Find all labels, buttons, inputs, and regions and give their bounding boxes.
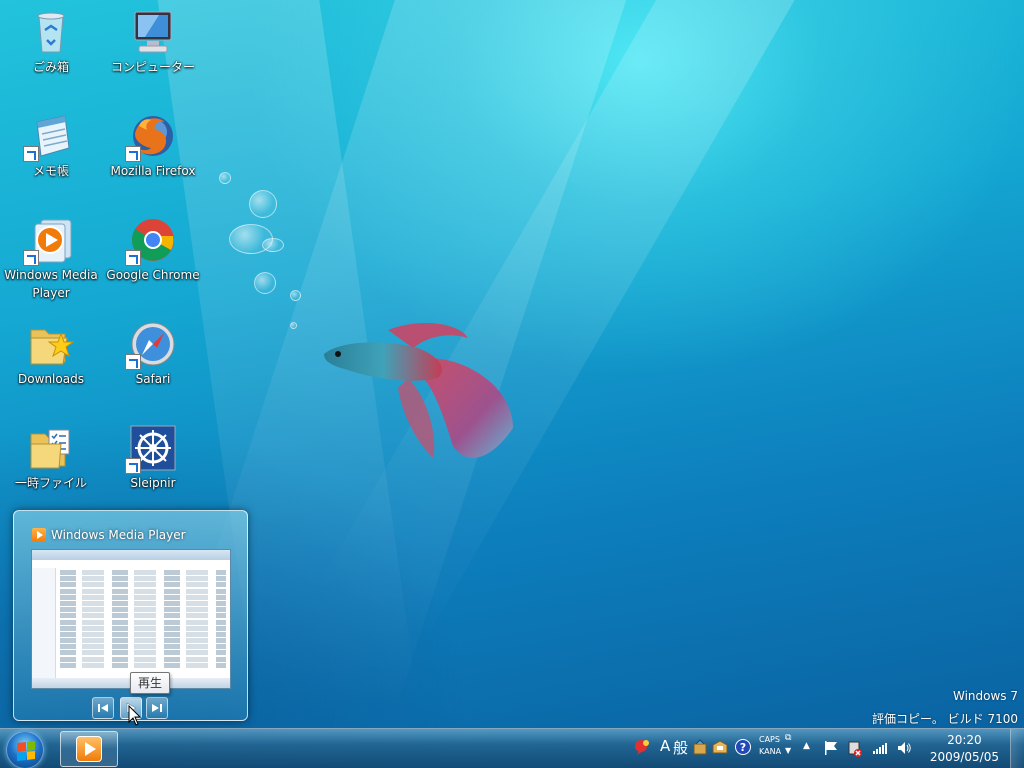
- taskbar: A 般 ? CAPS KANA ⧉ ▼ ▲ 20:20 2009/05/05: [0, 728, 1024, 768]
- next-track-icon: [152, 704, 162, 712]
- ime-input-mode[interactable]: A: [660, 737, 670, 755]
- windows-logo-icon: [17, 741, 35, 761]
- mouse-cursor-icon: [128, 705, 142, 726]
- bubble: [219, 172, 231, 184]
- shortcut-arrow-icon: [23, 250, 39, 266]
- bubble: [249, 190, 277, 218]
- shortcut-arrow-icon: [125, 250, 141, 266]
- computer-icon: [134, 11, 172, 53]
- windows-media-player-icon: [76, 736, 102, 762]
- ime-dictionary-icon[interactable]: [712, 739, 728, 755]
- thumbnail-library-list: [60, 570, 226, 669]
- desktop-icon-label: Google Chrome: [106, 268, 200, 282]
- previous-track-icon: [98, 704, 108, 712]
- taskbar-button-windows-media-player[interactable]: [60, 731, 118, 767]
- kana-lock-indicator: KANA: [759, 747, 782, 756]
- windows-media-player-icon: [32, 528, 46, 542]
- ime-tools-icon[interactable]: [692, 739, 708, 755]
- desktop-icon-label: Sleipnir: [130, 476, 176, 490]
- window-thumbnail[interactable]: [31, 549, 231, 689]
- fish-wallpaper-image: [324, 323, 513, 458]
- desktop-icon-label: Mozilla Firefox: [110, 164, 196, 178]
- network-signal-icon[interactable]: [872, 741, 888, 755]
- next-track-button[interactable]: [146, 697, 168, 719]
- previous-track-button[interactable]: [92, 697, 114, 719]
- clock-time: 20:20: [947, 733, 982, 747]
- desktop-icon-windows-media-player[interactable]: Windows Media Player: [2, 216, 100, 302]
- desktop-icon-label: Windows Media Player: [4, 268, 98, 300]
- bubble: [254, 272, 276, 294]
- desktop-icon-downloads[interactable]: Downloads: [2, 320, 100, 388]
- ime-kanji-label[interactable]: 般: [673, 737, 688, 758]
- volume-speaker-icon[interactable]: [896, 740, 912, 756]
- desktop-icon-label: メモ帳: [32, 164, 69, 178]
- desktop-icon-label: 一時ファイル: [14, 476, 87, 490]
- bubble: [290, 322, 297, 329]
- bubble: [262, 238, 284, 252]
- desktop-icon-label: ごみ箱: [32, 60, 69, 74]
- clock-date: 2009/05/05: [929, 750, 999, 764]
- desktop-icon-safari[interactable]: Safari: [104, 320, 202, 388]
- show-hidden-icons-chevron-icon[interactable]: ▲: [803, 741, 810, 751]
- desktop-icon-label: Downloads: [18, 372, 84, 386]
- notification-balloon-icon[interactable]: [634, 739, 650, 755]
- desktop-icon-label: コンピューター: [110, 60, 195, 74]
- desktop-icon-temp-files[interactable]: 一時ファイル: [2, 424, 100, 492]
- svg-text:?: ?: [740, 741, 746, 754]
- shortcut-arrow-icon: [125, 354, 141, 370]
- folder-star-icon: [30, 329, 75, 365]
- language-bar-options-icon[interactable]: ▼: [785, 746, 791, 755]
- evaluation-watermark-line1: Windows 7: [952, 689, 1018, 703]
- language-bar-restore-icon[interactable]: ⧉: [785, 733, 791, 743]
- desktop-icon-firefox[interactable]: Mozilla Firefox: [104, 112, 202, 180]
- shortcut-arrow-icon: [125, 458, 141, 474]
- desktop-icon-computer[interactable]: コンピューター: [104, 8, 202, 76]
- folder-checklist-icon: [30, 429, 70, 469]
- preview-title: Windows Media Player: [32, 528, 186, 542]
- help-icon[interactable]: ?: [735, 739, 751, 755]
- caps-lock-indicator: CAPS: [759, 735, 780, 744]
- evaluation-watermark-line2: 評価コピー。 ビルド 7100: [871, 712, 1018, 726]
- tray-clock[interactable]: 20:20 2009/05/05: [930, 732, 999, 766]
- play-tooltip: 再生: [130, 672, 171, 694]
- shortcut-arrow-icon: [23, 146, 39, 162]
- safely-remove-hardware-icon[interactable]: [847, 739, 863, 757]
- desktop-icon-label: Safari: [135, 372, 171, 386]
- desktop-icon-notepad[interactable]: メモ帳: [2, 112, 100, 180]
- recycle-bin-icon: [37, 12, 65, 53]
- desktop-icon-sleipnir[interactable]: Sleipnir: [104, 424, 202, 492]
- start-button[interactable]: [6, 731, 44, 768]
- show-desktop-button[interactable]: [1010, 729, 1024, 768]
- bubble: [290, 290, 301, 301]
- desktop-icon-recycle-bin[interactable]: ごみ箱: [2, 8, 100, 76]
- desktop-icon-google-chrome[interactable]: Google Chrome: [104, 216, 202, 284]
- shortcut-arrow-icon: [125, 146, 141, 162]
- action-center-flag-icon[interactable]: [823, 740, 839, 756]
- preview-title-text: Windows Media Player: [51, 528, 186, 542]
